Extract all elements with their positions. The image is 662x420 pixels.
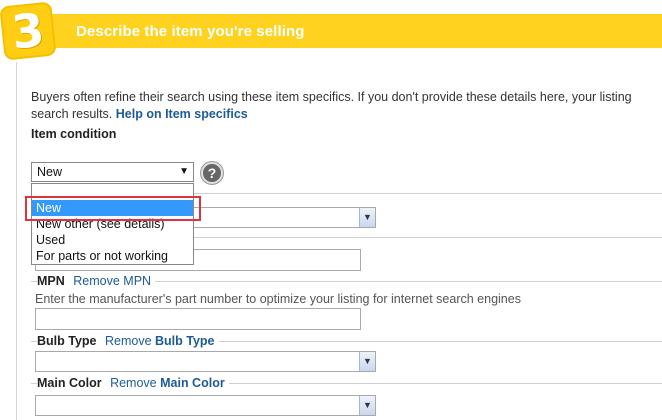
bulb-type-label-text: Bulb Type [37,334,97,348]
bulb-type-label: Bulb Type Remove Bulb Type [37,334,219,348]
intro-text: Buyers often refine their search using t… [31,89,662,123]
remove-mpn-text: Remove [73,274,120,288]
option-used[interactable]: Used [32,232,193,248]
section-title: Describe the item you're selling [76,23,305,40]
item-condition-select[interactable]: New ▼ [31,162,194,182]
main-color-label-text: Main Color [37,376,102,390]
section-header: 3 Describe the item you're selling [0,0,662,62]
help-item-specifics-link[interactable]: Help on Item specifics [116,107,248,121]
chevron-down-icon: ▼ [359,208,375,227]
fieldset-main-color: Main Color Remove Main Color [31,376,662,390]
remove-main-color-text: Remove [110,376,157,390]
item-condition-value: New [37,165,63,179]
item-condition-label: Item condition [31,127,117,141]
mpn-label-text: MPN [37,274,65,288]
mpn-description: Enter the manufacturer's part number to … [35,292,521,306]
intro-line-1: Buyers often refine their search using t… [31,90,632,104]
remove-main-color-link[interactable]: Remove Main Color [110,376,225,390]
chevron-down-icon: ▼ [359,352,375,371]
remove-bulb-type-link[interactable]: Remove Bulb Type [105,334,215,348]
remove-bulb-type-name: Bulb Type [155,334,215,348]
step-number: 3 [9,2,47,60]
remove-bulb-type-text: Remove [104,334,152,348]
mpn-label: MPN Remove MPN [37,274,156,288]
mpn-input[interactable] [35,308,361,330]
remove-mpn-link[interactable]: Remove MPN [73,274,151,288]
fieldset-mpn: MPN Remove MPN Enter the manufacturer's … [31,274,662,306]
option-for-parts[interactable]: For parts or not working [32,248,193,264]
main-color-select[interactable]: ▼ [35,395,376,416]
bulb-type-select[interactable]: ▼ [35,351,376,372]
fieldset-bulb-type: Bulb Type Remove Bulb Type [31,334,662,348]
caret-down-icon: ▼ [179,166,189,177]
help-icon[interactable]: ? [201,162,223,184]
remove-main-color-name: Main Color [160,376,225,390]
step-badge: 3 [0,1,57,61]
chevron-down-icon: ▼ [359,396,375,415]
intro-line-2: search results. [31,107,113,121]
remove-mpn-name: MPN [123,274,152,288]
highlight-annotation [25,196,201,221]
main-color-label: Main Color Remove Main Color [37,376,229,390]
